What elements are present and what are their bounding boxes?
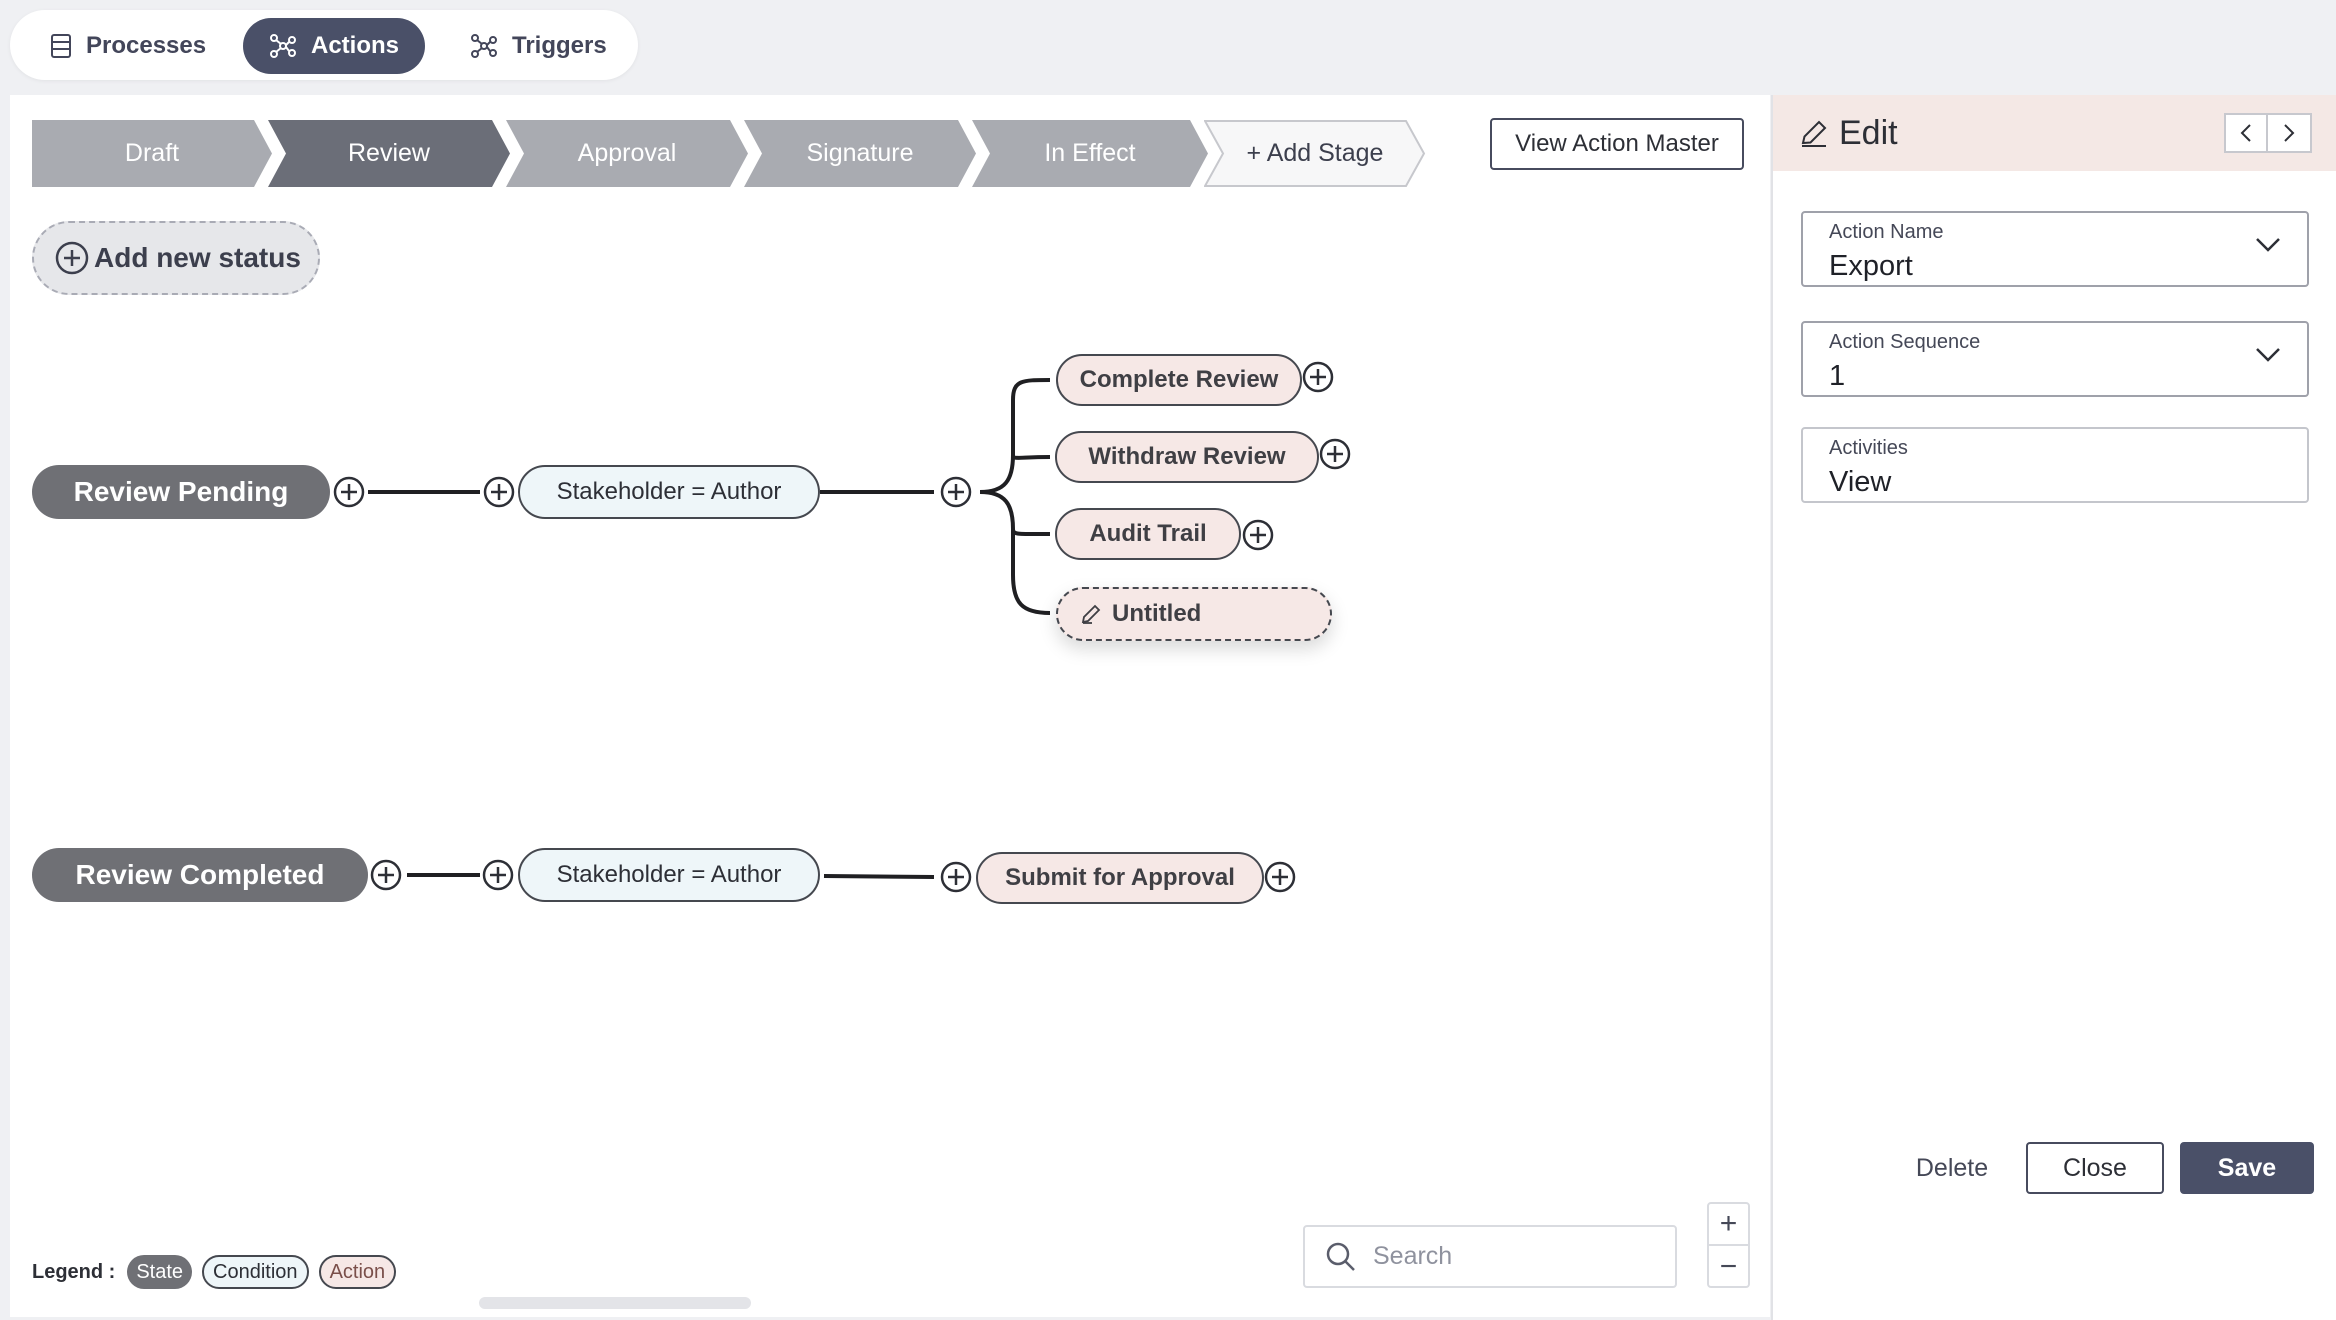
add-icon[interactable] [939,475,973,509]
pencil-icon [1081,604,1101,624]
previous-button[interactable] [2224,113,2268,153]
stage-label: Review [348,139,430,167]
tab-processes[interactable]: Processes [40,18,216,74]
stage-signature[interactable]: Signature [744,120,976,187]
search-icon [1326,1242,1355,1271]
action-node-untitled[interactable]: Untitled [1056,587,1332,641]
add-icon[interactable] [1318,437,1352,471]
stage-label: Signature [806,139,914,167]
chevron-left-icon [2240,124,2251,142]
stage-label: Approval [577,139,677,167]
network-icon [471,34,497,58]
state-node[interactable]: Review Completed [32,848,368,902]
stage-review[interactable]: Review [268,120,510,187]
condition-node[interactable]: Stakeholder = Author [518,465,820,519]
view-action-master-button[interactable]: View Action Master [1490,118,1744,170]
zoom-controls: + − [1707,1202,1750,1288]
add-stage-label: + Add Stage [1246,139,1384,167]
action-node[interactable]: Submit for Approval [976,852,1264,904]
action-node[interactable]: Audit Trail [1055,508,1241,560]
activities-field[interactable]: Activities View [1801,427,2309,503]
add-icon[interactable] [481,858,515,892]
stage-in-effect[interactable]: In Effect [972,120,1208,187]
save-button[interactable]: Save [2180,1142,2314,1194]
add-icon[interactable] [1241,518,1275,552]
close-button[interactable]: Close [2026,1142,2164,1194]
panel-title: Edit [1839,113,1898,152]
field-label: Activities [1829,437,1908,459]
plus-circle-icon [55,241,89,275]
action-label: Untitled [1112,600,1202,627]
pencil-icon [1801,120,1827,147]
add-icon[interactable] [369,858,403,892]
zoom-in-button[interactable]: + [1709,1204,1748,1246]
legend-action-chip: Action [318,1255,397,1289]
panel-header: Edit [1773,95,2336,171]
search-input[interactable] [1373,1242,1673,1271]
tab-triggers[interactable]: Triggers [460,18,617,74]
edit-panel: Edit Action Name Export Action Sequence … [1771,95,2336,1320]
add-icon[interactable] [332,475,366,509]
flow-canvas: Draft Review Approval Signature In Effec… [10,95,1770,1317]
action-name-dropdown[interactable]: Action Name Export [1801,211,2309,287]
horizontal-scrollbar[interactable] [479,1297,751,1309]
field-value: Export [1829,250,1913,282]
delete-button[interactable]: Delete [1902,1142,2002,1194]
field-value: 1 [1829,360,1846,392]
add-icon[interactable] [1263,860,1297,894]
add-icon[interactable] [939,860,973,894]
legend-label: Legend : [32,1260,116,1283]
legend-state-chip: State [127,1255,193,1289]
zoom-out-button[interactable]: − [1709,1246,1748,1288]
search-box[interactable] [1303,1225,1677,1288]
stage-label: Draft [124,139,180,167]
next-button[interactable] [2268,113,2312,153]
tab-label: Actions [310,32,399,59]
chevron-down-icon [2256,348,2280,362]
action-sequence-dropdown[interactable]: Action Sequence 1 [1801,321,2309,397]
stage-draft[interactable]: Draft [32,120,272,187]
view-tab-bar: Processes Actions Triggers [10,10,638,80]
tab-label: Processes [86,32,207,59]
stage-label: In Effect [1044,139,1136,167]
network-icon [269,34,296,58]
add-stage-button[interactable]: + Add Stage [1204,120,1426,187]
action-node[interactable]: Withdraw Review [1055,431,1319,483]
add-new-status-button[interactable]: Add new status [32,221,320,295]
condition-node[interactable]: Stakeholder = Author [518,848,820,902]
tab-label: Triggers [512,32,607,59]
record-nav [2224,113,2312,153]
add-icon[interactable] [1301,360,1335,394]
field-value: View [1829,466,1892,498]
field-label: Action Name [1829,221,1944,243]
action-node[interactable]: Complete Review [1056,354,1302,406]
chevron-down-icon [2256,238,2280,252]
add-status-label: Add new status [94,242,301,273]
tab-actions[interactable]: Actions [243,18,425,74]
field-label: Action Sequence [1829,331,1981,353]
state-node[interactable]: Review Pending [32,465,330,519]
legend-condition-chip: Condition [202,1255,309,1289]
add-icon[interactable] [482,475,516,509]
list-icon [51,34,71,58]
stage-approval[interactable]: Approval [506,120,748,187]
chevron-right-icon [2284,124,2295,142]
legend: Legend : State Condition Action [32,1255,406,1289]
